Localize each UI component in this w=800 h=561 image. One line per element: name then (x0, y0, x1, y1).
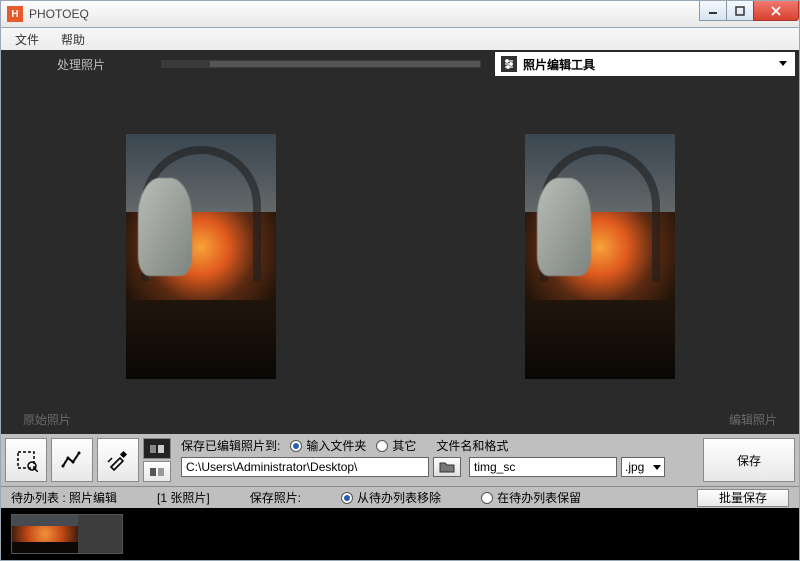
preview-mode-light-button[interactable] (143, 461, 171, 482)
extension-select[interactable]: .jpg (621, 457, 665, 477)
radio-remove-label: 从待办列表移除 (357, 489, 441, 506)
radio-keep-label: 在待办列表保留 (497, 489, 581, 506)
title-bar: H PHOTOEQ (0, 0, 800, 28)
path-input[interactable]: C:\Users\Administrator\Desktop\ (181, 457, 429, 477)
menu-help[interactable]: 帮助 (51, 29, 95, 50)
radio-input-folder-label: 输入文件夹 (306, 437, 366, 454)
preview-mode-stack (143, 434, 175, 486)
save-to-label: 保存已编辑照片到: (181, 437, 280, 454)
folder-icon (439, 460, 455, 474)
edited-preview-pane: 编辑照片 (400, 78, 799, 434)
minimize-button[interactable] (699, 1, 727, 21)
maximize-button[interactable] (726, 1, 754, 21)
radio-input-folder[interactable]: 输入文件夹 (290, 437, 366, 454)
sliders-icon (501, 56, 517, 72)
radio-other[interactable]: 其它 (376, 437, 416, 454)
extension-value: .jpg (625, 460, 644, 474)
chevron-down-icon (653, 460, 661, 474)
save-panel: 保存已编辑照片到: 输入文件夹 其它 文件名和格式 C:\Users\Admin… (175, 434, 699, 486)
radio-dot-icon (341, 492, 353, 504)
todo-bar: 待办列表 : 照片编辑 [1 张照片] 保存照片: 从待办列表移除 在待办列表保… (1, 486, 799, 508)
radio-dot-icon (481, 492, 493, 504)
close-button[interactable] (753, 1, 799, 21)
thumbnail-strip (1, 508, 799, 560)
edited-image[interactable] (525, 134, 675, 379)
save-button[interactable]: 保存 (703, 438, 795, 482)
save-photo-label: 保存照片: (250, 489, 301, 506)
tool-buttons (1, 434, 143, 486)
window-controls (700, 1, 799, 21)
original-caption: 原始照片 (23, 411, 71, 428)
filename-input[interactable]: timg_sc (469, 457, 617, 477)
radio-dot-icon (376, 440, 388, 452)
processing-label: 处理照片 (1, 56, 161, 73)
menu-file[interactable]: 文件 (5, 29, 49, 50)
tools-dropdown-label: 照片编辑工具 (523, 56, 595, 73)
radio-dot-icon (290, 440, 302, 452)
batch-save-button[interactable]: 批量保存 (697, 489, 789, 507)
radio-remove-from-todo[interactable]: 从待办列表移除 (341, 489, 441, 506)
chevron-down-icon (777, 57, 789, 72)
app-icon: H (7, 6, 23, 22)
todo-thumbnail[interactable] (11, 514, 123, 554)
controls-row: 保存已编辑照片到: 输入文件夹 其它 文件名和格式 C:\Users\Admin… (1, 434, 799, 486)
filename-format-label: 文件名和格式 (436, 437, 508, 454)
radio-keep-in-todo[interactable]: 在待办列表保留 (481, 489, 581, 506)
menu-bar: 文件 帮助 (0, 28, 800, 50)
progress-bar (161, 60, 481, 68)
eyedropper-tool-button[interactable] (97, 438, 139, 482)
top-strip: 处理照片 照片编辑工具 (1, 50, 799, 78)
tools-dropdown[interactable]: 照片编辑工具 (495, 52, 795, 76)
radio-other-label: 其它 (392, 437, 416, 454)
todo-label: 待办列表 : 照片编辑 (11, 489, 117, 506)
window-title: PHOTOEQ (29, 7, 89, 21)
preview-area: 原始照片 编辑照片 (1, 78, 799, 434)
todo-count: [1 张照片] (157, 489, 210, 506)
crop-tool-button[interactable] (5, 438, 47, 482)
preview-mode-dark-button[interactable] (143, 438, 171, 459)
edited-caption: 编辑照片 (729, 411, 777, 428)
thumbnail-image (12, 515, 78, 553)
app-body: 处理照片 照片编辑工具 原始照片 编辑照片 (0, 50, 800, 561)
original-image[interactable] (126, 134, 276, 379)
levels-tool-button[interactable] (51, 438, 93, 482)
browse-folder-button[interactable] (433, 457, 461, 477)
original-preview-pane: 原始照片 (1, 78, 400, 434)
